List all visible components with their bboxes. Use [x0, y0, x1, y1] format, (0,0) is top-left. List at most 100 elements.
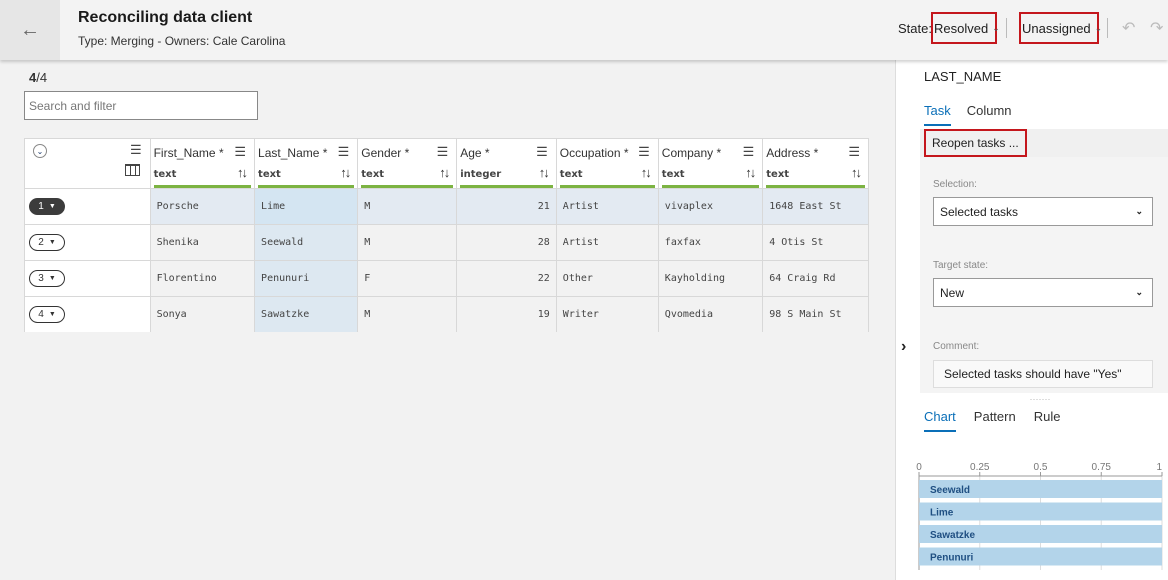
sort-icon[interactable]: ↑↓: [851, 165, 862, 180]
row-number: 4: [38, 308, 44, 320]
count-total: /4: [36, 70, 48, 85]
cell[interactable]: 28: [456, 224, 557, 261]
cell[interactable]: Kayholding: [658, 260, 764, 297]
table-row[interactable]: 1 ▼ Porsche Lime M 21 Artist vivaplex 164…: [25, 188, 869, 225]
row-header: 4 ▼: [25, 296, 151, 332]
cell[interactable]: F: [357, 260, 458, 297]
cell[interactable]: 22: [456, 260, 557, 297]
row-number-pill[interactable]: 4 ▼: [29, 305, 65, 323]
cell[interactable]: Lime: [254, 188, 359, 225]
comment-input[interactable]: Selected tasks should have "Yes": [933, 360, 1153, 388]
table-row[interactable]: 4 ▼ Sonya Sawatzke M 19 Writer Qvomedia 9…: [25, 296, 869, 332]
selection-label: Selection:: [933, 179, 977, 190]
row-number-pill[interactable]: 1 ▼: [29, 197, 65, 215]
cell[interactable]: 4 Otis St: [762, 224, 869, 261]
cell[interactable]: M: [357, 224, 458, 261]
tab-chart[interactable]: Chart: [924, 409, 956, 432]
column-header[interactable]: Address * ☰ text ↑↓: [762, 139, 869, 189]
chevron-down-icon: ⌄: [1135, 206, 1143, 216]
cell[interactable]: Seewald: [254, 224, 359, 261]
resize-handle[interactable]: ․․․․․․․: [1030, 395, 1051, 402]
back-button[interactable]: ←: [0, 0, 60, 60]
divider: [1107, 18, 1108, 38]
chevron-down-icon: ▼: [48, 310, 56, 318]
cell[interactable]: 98 S Main St: [762, 296, 869, 332]
chevron-down-icon: ▼: [48, 202, 56, 210]
column-header[interactable]: Gender * ☰ text ↑↓: [357, 139, 458, 189]
cell[interactable]: faxfax: [658, 224, 764, 261]
cell[interactable]: Sonya: [150, 296, 256, 332]
row-number-pill[interactable]: 3 ▼: [29, 269, 65, 287]
column-header[interactable]: First_Name * ☰ text ↑↓: [150, 139, 256, 189]
cell[interactable]: Writer: [556, 296, 659, 332]
menu-icon[interactable]: ☰: [234, 144, 246, 160]
menu-icon[interactable]: ☰: [338, 144, 350, 160]
sort-icon[interactable]: ↑↓: [745, 165, 756, 180]
state-label: State:: [898, 21, 932, 36]
cell[interactable]: 64 Craig Rd: [762, 260, 869, 297]
state-value: Resolved: [934, 20, 989, 36]
column-header[interactable]: Company * ☰ text ↑↓: [658, 139, 764, 189]
panel-title: LAST_NAME: [924, 69, 1002, 84]
state-dropdown[interactable]: Resolved ⌄: [931, 12, 1000, 44]
tab-task[interactable]: Task: [924, 103, 951, 126]
column-header[interactable]: Occupation * ☰ text ↑↓: [556, 139, 659, 189]
reopen-form: Selection: Selected tasks ⌄ Target state:…: [920, 157, 1168, 393]
cell[interactable]: 1648 East St: [762, 188, 869, 225]
search-input[interactable]: [24, 91, 258, 120]
target-state-select[interactable]: New ⌄: [933, 278, 1153, 307]
collapse-panel-icon[interactable]: ›: [901, 338, 906, 356]
tick-label: 1: [1156, 462, 1162, 473]
tab-rule[interactable]: Rule: [1034, 409, 1061, 432]
column-header[interactable]: Age * ☰ integer ↑↓: [456, 139, 557, 189]
redo-icon[interactable]: ↷: [1150, 18, 1163, 38]
columns-icon[interactable]: [124, 164, 140, 176]
cell[interactable]: 19: [456, 296, 557, 332]
table-row[interactable]: 2 ▼ Shenika Seewald M 28 Artist faxfax 4 …: [25, 224, 869, 261]
cell[interactable]: vivaplex: [658, 188, 764, 225]
cell[interactable]: M: [357, 188, 458, 225]
sort-icon[interactable]: ↑↓: [237, 165, 248, 180]
cell[interactable]: Shenika: [150, 224, 256, 261]
cell[interactable]: Other: [556, 260, 659, 297]
cell[interactable]: Artist: [556, 188, 659, 225]
cell[interactable]: Porsche: [150, 188, 256, 225]
record-count: 4/4: [29, 70, 47, 85]
menu-icon[interactable]: ☰: [130, 142, 142, 158]
selection-select[interactable]: Selected tasks ⌄: [933, 197, 1153, 226]
expand-all-icon[interactable]: ⌄: [33, 144, 47, 158]
cell[interactable]: Qvomedia: [658, 296, 764, 332]
reopen-tasks-button[interactable]: Reopen tasks ...: [924, 129, 1027, 157]
sort-icon[interactable]: ↑↓: [641, 165, 652, 180]
cell[interactable]: M: [357, 296, 458, 332]
table-row[interactable]: 3 ▼ Florentino Penunuri F 22 Other Kayhol…: [25, 260, 869, 297]
menu-icon[interactable]: ☰: [638, 144, 650, 160]
sort-icon[interactable]: ↑↓: [439, 165, 450, 180]
column-name: Occupation *: [559, 146, 629, 160]
tab-column[interactable]: Column: [967, 103, 1012, 126]
row-number-pill[interactable]: 2 ▼: [29, 233, 65, 251]
row-header: 1 ▼: [25, 188, 151, 225]
cell[interactable]: 21: [456, 188, 557, 225]
sort-icon[interactable]: ↑↓: [539, 165, 550, 180]
value-chart: 0 0.25 0.5 0.75 1 Seewald Lime Sawatzke Penunuri: [916, 462, 1163, 570]
undo-icon[interactable]: ↶: [1122, 18, 1135, 38]
menu-icon[interactable]: ☰: [743, 144, 755, 160]
cell[interactable]: Florentino: [150, 260, 256, 297]
column-header[interactable]: Last_Name * ☰ text ↑↓: [254, 139, 359, 189]
menu-icon[interactable]: ☰: [536, 144, 548, 160]
cell[interactable]: Penunuri: [254, 260, 359, 297]
arrow-left-icon: ←: [20, 18, 40, 41]
tick-label: 0.25: [970, 462, 990, 473]
cell[interactable]: Artist: [556, 224, 659, 261]
sort-icon[interactable]: ↑↓: [340, 165, 351, 180]
menu-icon[interactable]: ☰: [848, 144, 860, 160]
column-type: text: [661, 169, 685, 180]
chart-tabs: Chart Pattern Rule: [924, 409, 1060, 432]
menu-icon[interactable]: ☰: [437, 144, 449, 160]
column-type: text: [559, 169, 583, 180]
assignee-dropdown[interactable]: Unassigned ⌄: [1019, 12, 1102, 44]
cell[interactable]: Sawatzke: [254, 296, 359, 332]
tab-pattern[interactable]: Pattern: [974, 409, 1016, 432]
bar: [919, 502, 1162, 521]
